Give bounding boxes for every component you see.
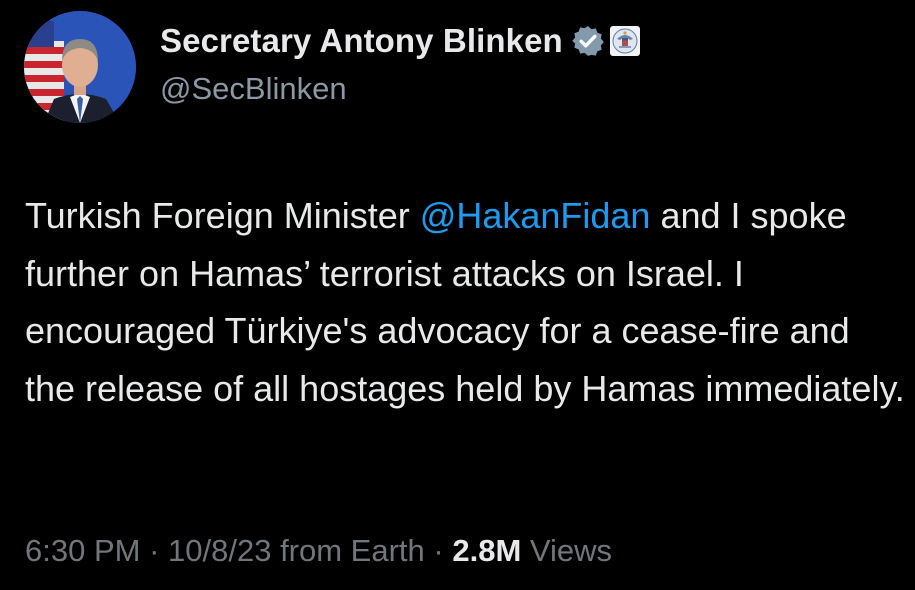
- meta-separator: ·: [140, 533, 169, 568]
- mention-link[interactable]: @HakanFidan: [420, 195, 651, 236]
- author-display-name[interactable]: Secretary Antony Blinken: [160, 22, 563, 60]
- tweet-time[interactable]: 6:30 PM: [25, 533, 140, 568]
- tweet-text-part: Turkish Foreign Minister: [25, 195, 420, 236]
- tweet-text: Turkish Foreign Minister @HakanFidan and…: [25, 187, 905, 417]
- tweet-card: Secretary Antony Blinken @SecBlinken Tur…: [0, 0, 915, 590]
- us-state-department-seal-icon[interactable]: [609, 25, 641, 57]
- views-count[interactable]: 2.8M: [452, 533, 521, 568]
- meta-separator: ·: [424, 533, 453, 568]
- tweet-source: from Earth: [271, 533, 425, 568]
- tweet-date[interactable]: 10/8/23: [168, 533, 271, 568]
- author-handle[interactable]: @SecBlinken: [160, 71, 347, 107]
- verified-badge-icon[interactable]: [571, 24, 605, 58]
- author-avatar[interactable]: [24, 11, 136, 123]
- tweet-metadata: 6:30 PM · 10/8/23 from Earth · 2.8M View…: [25, 533, 612, 569]
- views-label: Views: [521, 533, 613, 568]
- author-name-row: Secretary Antony Blinken: [160, 22, 641, 60]
